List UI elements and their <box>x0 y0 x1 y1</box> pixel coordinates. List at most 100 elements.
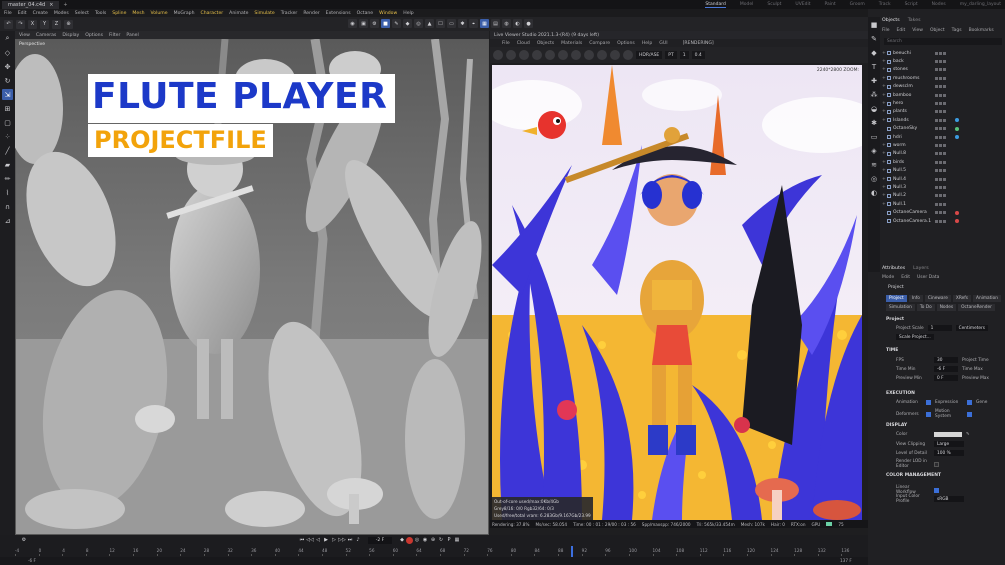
menu-help[interactable]: Help <box>403 11 413 16</box>
expression-checkbox[interactable] <box>967 400 972 405</box>
edges-mode-icon[interactable]: ╱ <box>2 145 13 156</box>
scale-icon[interactable]: ⇲ <box>2 89 13 100</box>
subtab-octanerender[interactable]: OctaneRender <box>958 304 995 311</box>
visibility-flags-icon[interactable] <box>935 169 946 173</box>
visibility-flags-icon[interactable] <box>935 135 946 139</box>
send-scene-icon[interactable] <box>493 50 503 60</box>
subtab-cineware[interactable]: Cineware <box>924 295 951 302</box>
object-row[interactable]: + worm <box>882 141 1004 149</box>
lv-menu-cloud[interactable]: Cloud <box>517 41 530 46</box>
cloner-icon[interactable]: ⁂ <box>870 90 879 99</box>
object-name[interactable]: hdri <box>893 135 902 140</box>
om-menu-tags[interactable]: Tags <box>952 28 962 33</box>
visibility-flags-icon[interactable] <box>935 118 946 122</box>
visibility-flags-icon[interactable] <box>935 60 946 64</box>
object-row[interactable]: hdri <box>882 133 1004 141</box>
axis-z-icon[interactable]: Z <box>52 19 61 29</box>
visibility-flags-icon[interactable] <box>935 110 946 114</box>
visibility-flags-icon[interactable] <box>935 51 946 55</box>
sky-icon[interactable]: ◐ <box>870 188 879 197</box>
object-name[interactable]: OctaneSky <box>893 126 917 131</box>
menu-octane[interactable]: Octane <box>357 11 374 16</box>
tab-attributes[interactable]: Attributes <box>882 266 905 271</box>
visibility-flags-icon[interactable] <box>935 152 946 156</box>
generator-palette-icon[interactable]: ◆ <box>870 48 879 57</box>
am-menu-user-data[interactable]: User Data <box>917 275 939 280</box>
add-tab-icon[interactable]: + <box>63 2 67 8</box>
workplane-tool-icon[interactable]: ⊿ <box>2 215 13 226</box>
object-name[interactable]: mushrooms <box>893 76 919 81</box>
animation-checkbox[interactable] <box>926 400 931 405</box>
menu-create[interactable]: Create <box>33 11 48 16</box>
coordinate-system-icon[interactable]: ⊕ <box>64 19 73 29</box>
effector-icon[interactable]: ◒ <box>870 104 879 113</box>
timeline-ruler[interactable]: -4 0 4 8 12 16 20 24 28 32 36 40 44 48 52 56 60 64 68 72 76 8… <box>15 548 865 556</box>
play-icon[interactable]: ▶ <box>322 537 330 544</box>
scene-icon[interactable]: ☐ <box>436 19 445 28</box>
object-name[interactable]: OctaneCamera <box>893 210 927 215</box>
object-row[interactable]: OctaneSky <box>882 125 1004 133</box>
light-palette-icon[interactable]: ✱ <box>870 118 879 127</box>
kernel-select[interactable]: PT <box>665 51 677 59</box>
subtab-project[interactable]: Project <box>886 295 907 302</box>
menu-file[interactable]: File <box>4 11 12 16</box>
object-row[interactable]: + Null.8 <box>882 150 1004 158</box>
hair-icon[interactable]: ≋ <box>870 160 879 169</box>
lv-menu-compare[interactable]: Compare <box>589 41 610 46</box>
object-tag-icon[interactable] <box>955 210 959 215</box>
am-menu-mode[interactable]: Mode <box>882 275 894 280</box>
lod-field[interactable]: 100 % <box>934 450 964 456</box>
object-name[interactable]: beeuchi <box>893 51 911 56</box>
document-tab[interactable]: master_04.c4d × <box>2 0 60 9</box>
menu-modes[interactable]: Modes <box>54 11 69 16</box>
object-name[interactable]: hero <box>893 101 903 106</box>
render-view[interactable]: 2240*2800 ZOOM: <box>492 65 862 520</box>
object-row[interactable]: OctaneCamera.1 <box>882 217 1004 225</box>
viewport-menu-panel[interactable]: Panel <box>126 33 138 38</box>
object-name[interactable]: stones <box>893 67 908 72</box>
menu-simulate[interactable]: Simulate <box>254 11 274 16</box>
tab-layers[interactable]: Layers <box>913 266 929 271</box>
object-name[interactable]: plants <box>893 109 907 114</box>
menu-mograph[interactable]: MoGraph <box>174 11 195 16</box>
render-settings-icon[interactable]: ⚙ <box>370 19 379 28</box>
project-scale-unit-select[interactable]: Centimeters <box>955 325 989 331</box>
menu-mesh[interactable]: Mesh <box>132 11 144 16</box>
linear-workflow-checkbox[interactable] <box>934 487 939 493</box>
undo-icon[interactable]: ↶ <box>4 19 13 29</box>
key-position-icon[interactable]: ◉ <box>421 537 429 544</box>
object-row[interactable]: + back <box>882 57 1004 65</box>
layout-tab[interactable]: Track <box>879 2 891 7</box>
paint-icon[interactable]: ✏ <box>2 173 13 184</box>
view-clipping-select[interactable]: Large <box>934 441 964 447</box>
pick-focus-icon[interactable] <box>558 50 568 60</box>
search-icon[interactable]: ⌕ <box>2 33 13 44</box>
material-icon[interactable]: ● <box>524 19 533 28</box>
layout-tab[interactable]: Paint <box>825 2 836 7</box>
subtab-xrefs[interactable]: XRefs <box>952 295 972 302</box>
lv-menu-file[interactable]: File <box>502 41 510 46</box>
channel-icon[interactable] <box>623 50 633 60</box>
subtab-nodes[interactable]: Nodes <box>936 304 957 311</box>
polygons-mode-icon[interactable]: ▰ <box>2 159 13 170</box>
motion-system-checkbox[interactable] <box>967 411 972 417</box>
model-mode-icon[interactable]: ▢ <box>2 117 13 128</box>
tab-takes[interactable]: Takes <box>908 18 921 23</box>
object-row[interactable]: + hero <box>882 99 1004 107</box>
object-row[interactable]: + Null.3 <box>882 183 1004 191</box>
subtab-animation[interactable]: Animation <box>973 295 1001 302</box>
om-menu-object[interactable]: Object <box>930 28 945 33</box>
timeline-playhead[interactable] <box>571 546 573 557</box>
object-name[interactable]: Null.1 <box>893 202 906 207</box>
visibility-flags-icon[interactable] <box>935 76 946 80</box>
viewport-menu-display[interactable]: Display <box>62 33 79 38</box>
subsampling-icon[interactable] <box>610 50 620 60</box>
redo-icon[interactable]: ↷ <box>16 19 25 29</box>
sound-icon[interactable]: ♪ <box>354 537 362 544</box>
object-name[interactable]: worm <box>893 143 906 148</box>
object-tag-icon[interactable] <box>955 126 959 131</box>
menu-edit[interactable]: Edit <box>18 11 27 16</box>
field-icon[interactable]: ◎ <box>414 19 423 28</box>
preview-min-field[interactable]: 0 F <box>934 375 958 381</box>
viewport-menu-view[interactable]: View <box>19 33 30 38</box>
